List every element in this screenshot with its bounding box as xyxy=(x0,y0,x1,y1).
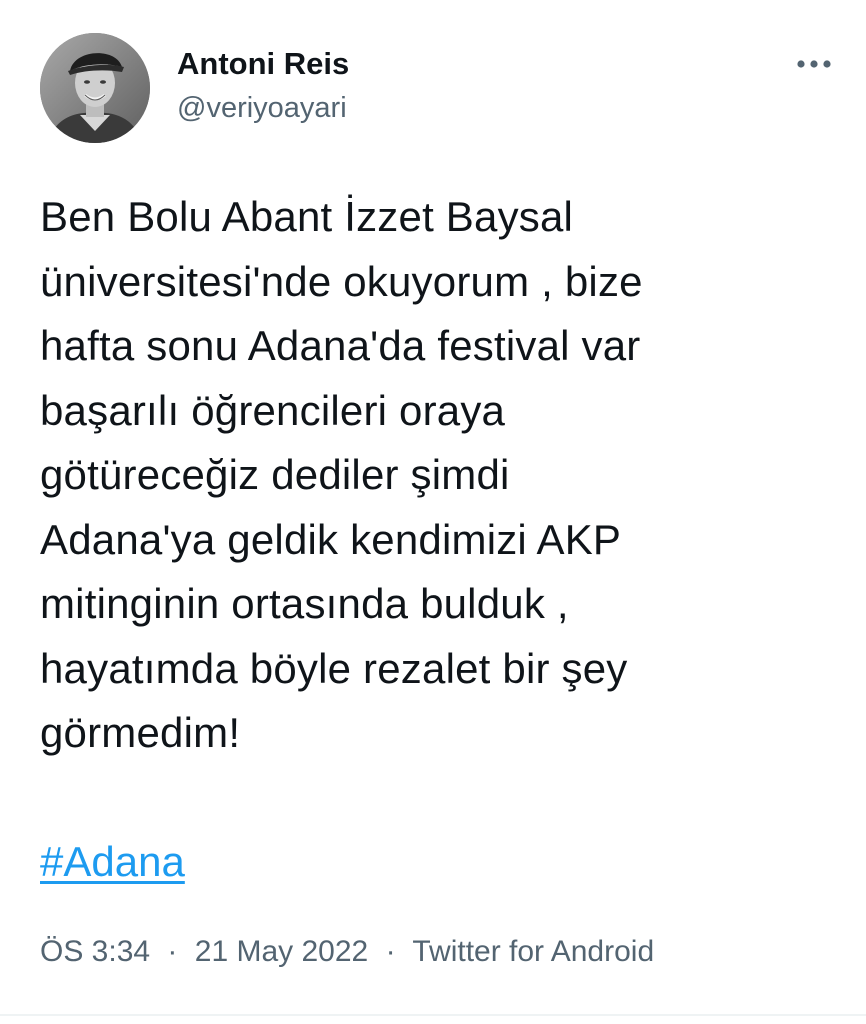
tweet-date[interactable]: 21 May 2022 xyxy=(195,935,368,968)
more-options-button[interactable] xyxy=(792,47,836,81)
avatar[interactable] xyxy=(40,33,150,143)
tweet-source[interactable]: Twitter for Android xyxy=(412,935,654,968)
meta-separator: · xyxy=(385,935,396,968)
meta-separator: · xyxy=(167,935,178,968)
profile-photo-icon xyxy=(40,33,150,143)
author-display-name[interactable]: Antoni Reis xyxy=(177,45,349,83)
more-dots-icon xyxy=(797,60,831,68)
author-handle[interactable]: @veriyoayari xyxy=(177,89,349,127)
tweet-text: Ben Bolu Abant İzzet Baysal üniversitesi… xyxy=(40,193,643,756)
tweet-time[interactable]: ÖS 3:34 xyxy=(40,935,150,968)
tweet-header: Antoni Reis @veriyoayari xyxy=(40,33,836,145)
tweet-card: Antoni Reis @veriyoayari Ben Bolu Abant … xyxy=(0,0,866,1024)
tweet-meta: ÖS 3:34 · 21 May 2022 · Twitter for Andr… xyxy=(40,930,654,974)
hashtag-link[interactable]: #Adana xyxy=(40,834,185,890)
user-info: Antoni Reis @veriyoayari xyxy=(177,45,349,127)
divider xyxy=(0,1014,866,1016)
